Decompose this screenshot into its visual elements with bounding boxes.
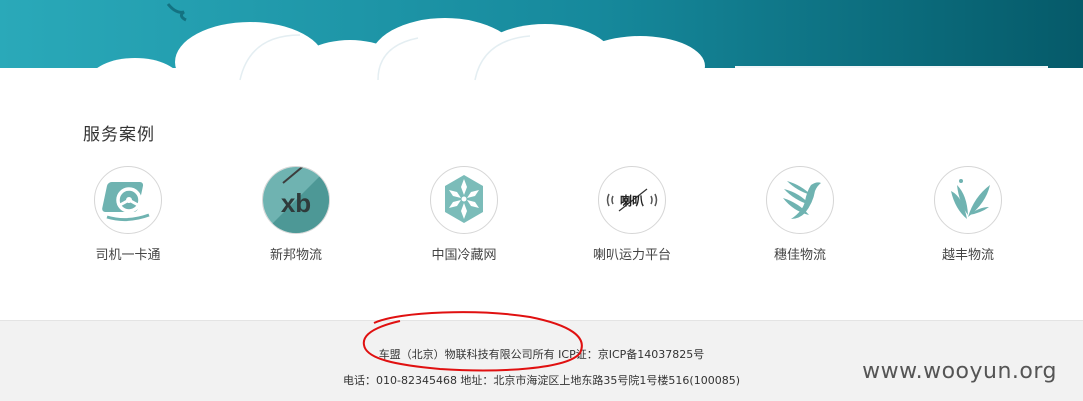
labayun-logo-icon: 喇叭 (606, 188, 658, 212)
case-label: 新邦物流 (269, 248, 322, 263)
case-logo: xb (262, 166, 330, 234)
case-item-suijia-logistics[interactable]: 穗佳物流 (730, 166, 870, 263)
cloud-banner-graphic (0, 0, 1083, 90)
case-item-xinbang-logistics[interactable]: xb 新邦物流 (226, 166, 366, 263)
case-item-yuefeng-logistics[interactable]: 越丰物流 (898, 166, 1038, 263)
case-logo (94, 166, 162, 234)
case-item-driver-card[interactable]: 司机一卡通 (58, 166, 198, 263)
xb-logo-icon: xb (263, 167, 329, 233)
case-label: 越丰物流 (941, 248, 994, 263)
steering-wheel-logo-icon (102, 182, 150, 222)
page-footer: 车盟（北京）物联科技有限公司所有 ICP证：京ICP备14037825号 电话：… (0, 320, 1083, 401)
bird-wing-logo-icon (783, 181, 821, 219)
leaf-bird-logo-icon (951, 179, 990, 219)
case-logo: 喇叭 (598, 166, 666, 234)
case-logo (430, 166, 498, 234)
wooyun-watermark: www.wooyun.org (862, 359, 1057, 384)
case-logo (766, 166, 834, 234)
case-label: 穗佳物流 (773, 248, 826, 263)
case-logo (934, 166, 1002, 234)
case-label: 司机一卡通 (95, 248, 161, 263)
case-label: 喇叭运力平台 (592, 248, 671, 263)
xb-logo-text: xb (281, 188, 311, 218)
snowflake-logo-icon (445, 175, 483, 223)
labayun-logo-text: 喇叭 (620, 193, 644, 208)
case-label: 中国冷藏网 (431, 248, 497, 263)
service-cases-section: 服务案例 司机一卡通 xb 新邦物流 中国冷藏网 喇叭 喇叭运力平台 穗佳物流 … (0, 90, 1083, 320)
section-title: 服务案例 (83, 125, 155, 145)
case-item-laba-transport-platform[interactable]: 喇叭 喇叭运力平台 (562, 166, 702, 263)
case-item-china-cold-storage[interactable]: 中国冷藏网 (394, 166, 534, 263)
header-banner (0, 0, 1083, 90)
